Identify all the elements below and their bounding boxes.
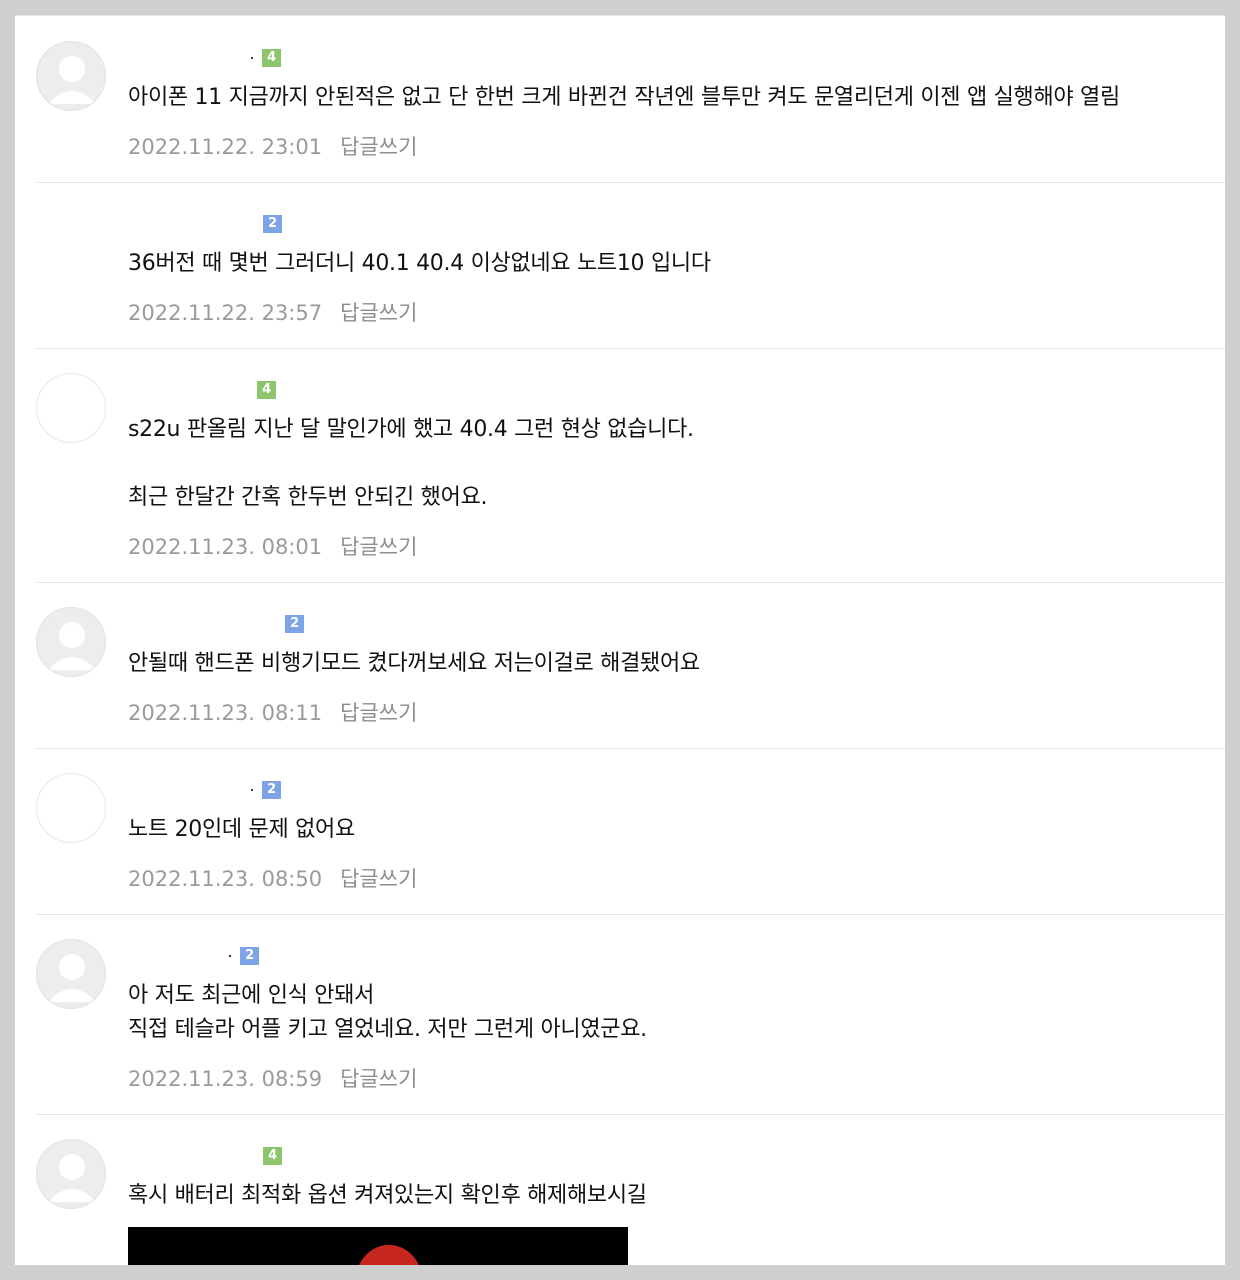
level-badge: 2 bbox=[263, 214, 283, 233]
user-avatar-icon[interactable] bbox=[36, 41, 106, 111]
comment-item: 2 안될때 핸드폰 비행기모드 켰다꺼보세요 저는이걸로 해결됐어요 2022.… bbox=[36, 583, 1225, 749]
reply-button[interactable]: 답글쓰기 bbox=[340, 535, 417, 559]
comment-item: 2 노트 20인데 문제 없어요 2022.11.23. 08:50 답글쓰기 bbox=[36, 749, 1225, 915]
comment-text: 36버전 때 몇번 그러더니 40.1 40.4 이상없네요 노트10 입니다 bbox=[128, 251, 711, 276]
nickname-row: 2 bbox=[128, 613, 305, 633]
nickname-row: 4 bbox=[128, 1145, 283, 1165]
comment-text: 아 저도 최근에 인식 안돼서 직접 테슬라 어플 키고 열었네요. 저만 그런… bbox=[128, 983, 647, 1042]
nickname[interactable] bbox=[128, 1148, 252, 1164]
divider bbox=[15, 15, 1225, 16]
comment-item: 4 혹시 배터리 최적화 옵션 켜져있는지 확인후 해제해보시길 bbox=[36, 1115, 1225, 1265]
nickname-row: 2 bbox=[128, 213, 283, 233]
reply-button[interactable]: 답글쓰기 bbox=[340, 701, 417, 725]
comment-meta: 2022.11.23. 08:11 답글쓰기 bbox=[128, 697, 417, 727]
comment-item: 4 아이폰 11 지금까지 안된적은 없고 단 한번 크게 바뀐건 작년엔 블투… bbox=[36, 17, 1225, 183]
nickname-dot bbox=[251, 56, 254, 59]
nickname-dot bbox=[251, 788, 254, 791]
comment-date: 2022.11.23. 08:11 bbox=[128, 701, 323, 725]
nickname-row: 2 bbox=[128, 945, 260, 965]
reply-button[interactable]: 답글쓰기 bbox=[340, 1067, 417, 1091]
nickname[interactable] bbox=[128, 50, 252, 66]
reply-button[interactable]: 답글쓰기 bbox=[340, 301, 417, 325]
comment-text: 아이폰 11 지금까지 안된적은 없고 단 한번 크게 바뀐건 작년엔 블투만 … bbox=[128, 85, 1120, 110]
user-avatar-icon[interactable] bbox=[36, 207, 106, 277]
level-badge: 2 bbox=[285, 614, 305, 633]
comment-meta: 2022.11.23. 08:01 답글쓰기 bbox=[128, 531, 417, 561]
nickname-dot bbox=[229, 954, 232, 957]
comment-item: 2 아 저도 최근에 인식 안돼서 직접 테슬라 어플 키고 열었네요. 저만 … bbox=[36, 915, 1225, 1115]
comment-text: 안될때 핸드폰 비행기모드 켰다꺼보세요 저는이걸로 해결됐어요 bbox=[128, 651, 700, 676]
user-avatar-icon[interactable] bbox=[36, 773, 106, 843]
user-avatar-icon[interactable] bbox=[36, 373, 106, 443]
comment-item: 2 36버전 때 몇번 그러더니 40.1 40.4 이상없네요 노트10 입니… bbox=[36, 183, 1225, 349]
comment-meta: 2022.11.22. 23:01 답글쓰기 bbox=[128, 131, 417, 161]
nickname[interactable] bbox=[128, 216, 252, 232]
comment-list-panel: 4 아이폰 11 지금까지 안된적은 없고 단 한번 크게 바뀐건 작년엔 블투… bbox=[15, 15, 1225, 1265]
comment-item: 4 s22u 판올림 지난 달 말인가에 했고 40.4 그런 현상 없습니다.… bbox=[36, 349, 1225, 583]
reply-button[interactable]: 답글쓰기 bbox=[340, 867, 417, 891]
level-badge: 2 bbox=[262, 780, 282, 799]
tesla-logo-icon bbox=[356, 1245, 422, 1265]
nickname-row: 4 bbox=[128, 379, 277, 399]
user-avatar-icon[interactable] bbox=[36, 607, 106, 677]
nickname[interactable] bbox=[128, 616, 274, 632]
nickname[interactable] bbox=[128, 382, 252, 398]
comment-meta: 2022.11.23. 08:50 답글쓰기 bbox=[128, 863, 417, 893]
reply-button[interactable]: 답글쓰기 bbox=[340, 135, 417, 159]
nickname[interactable] bbox=[128, 948, 230, 964]
level-badge: 2 bbox=[240, 946, 260, 965]
level-badge: 4 bbox=[257, 380, 277, 399]
level-badge: 4 bbox=[263, 1146, 283, 1165]
user-avatar-icon[interactable] bbox=[36, 939, 106, 1009]
nickname[interactable] bbox=[128, 782, 252, 798]
comment-text: s22u 판올림 지난 달 말인가에 했고 40.4 그런 현상 없습니다. 최… bbox=[128, 417, 694, 510]
comment-text: 혹시 배터리 최적화 옵션 켜져있는지 확인후 해제해보시길 bbox=[128, 1183, 647, 1208]
comment-date: 2022.11.23. 08:50 bbox=[128, 867, 323, 891]
level-badge: 4 bbox=[262, 48, 282, 67]
comment-date: 2022.11.23. 08:01 bbox=[128, 535, 323, 559]
comment-text: 노트 20인데 문제 없어요 bbox=[128, 817, 355, 842]
nickname-row: 2 bbox=[128, 779, 282, 799]
comment-date: 2022.11.22. 23:01 bbox=[128, 135, 323, 159]
nickname-row: 4 bbox=[128, 47, 282, 67]
comment-date: 2022.11.23. 08:59 bbox=[128, 1067, 323, 1091]
comment-date: 2022.11.22. 23:57 bbox=[128, 301, 323, 325]
attached-image[interactable] bbox=[128, 1227, 628, 1265]
user-avatar-icon[interactable] bbox=[36, 1139, 106, 1209]
comment-meta: 2022.11.22. 23:57 답글쓰기 bbox=[128, 297, 417, 327]
comment-meta: 2022.11.23. 08:59 답글쓰기 bbox=[128, 1063, 417, 1093]
